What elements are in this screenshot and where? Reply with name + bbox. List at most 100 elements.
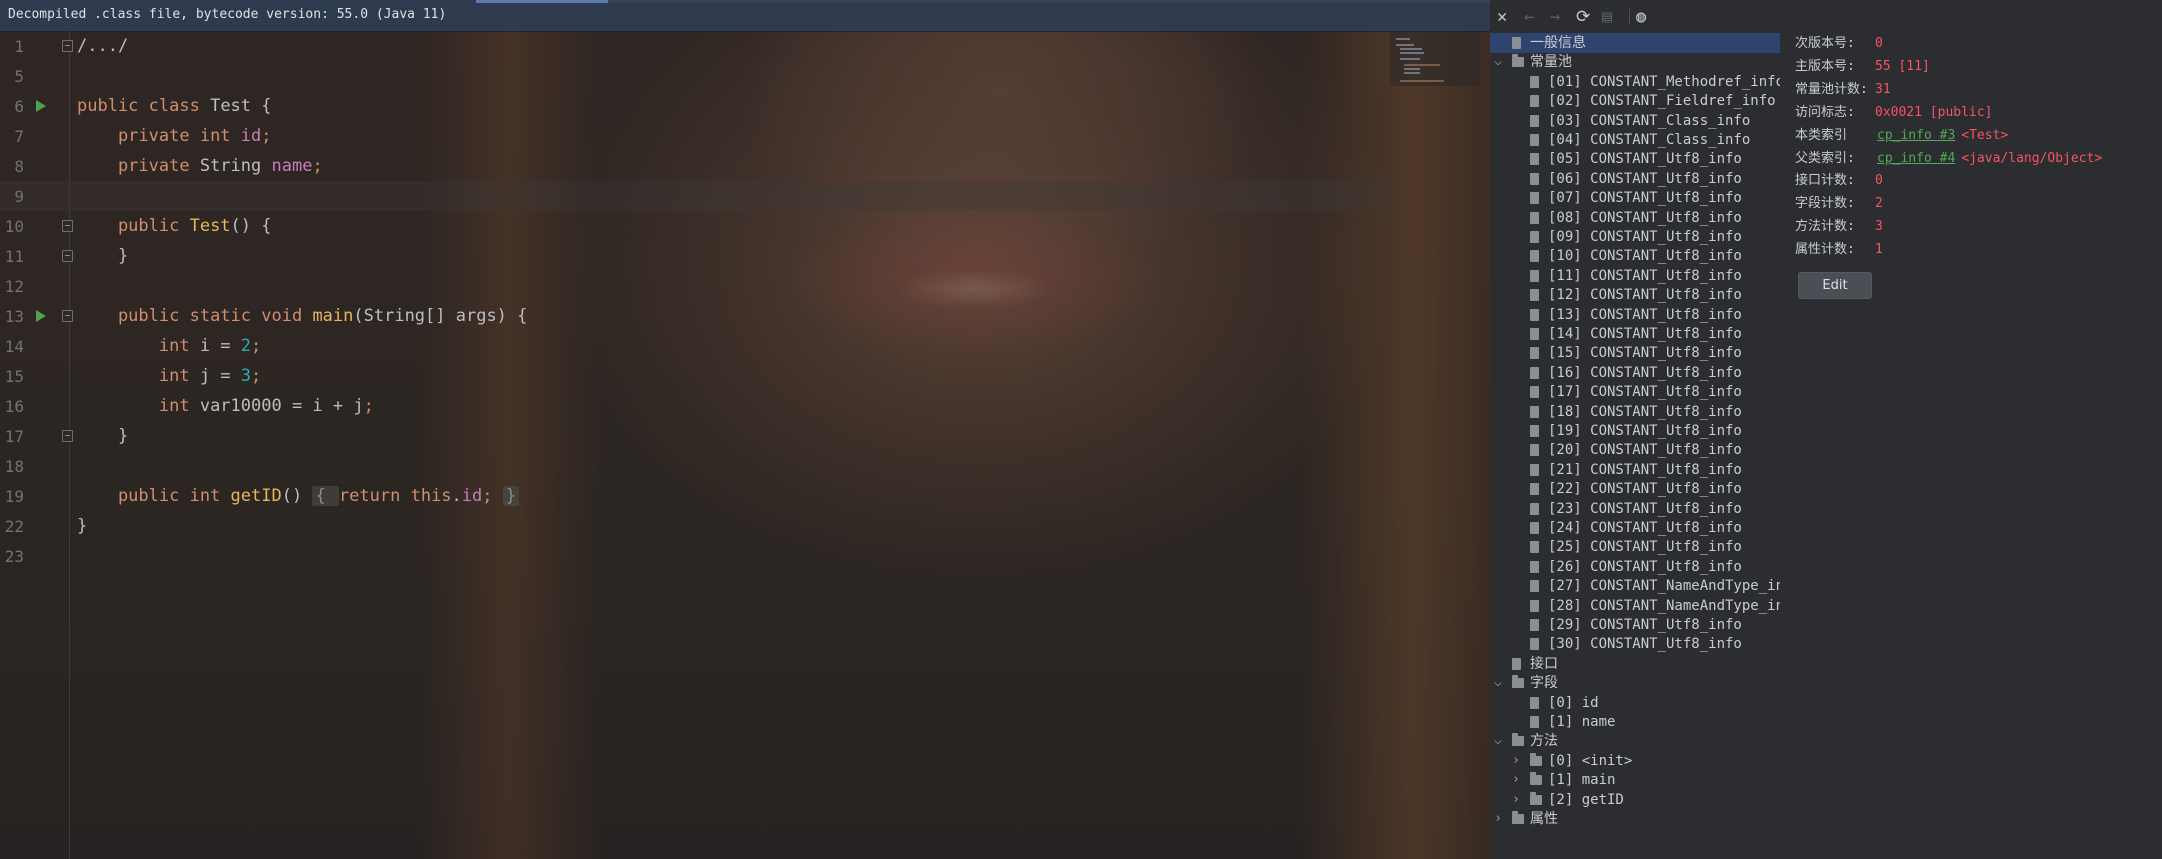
- tree-node[interactable]: [28] CONSTANT_NameAndType_inf: [1490, 596, 1780, 616]
- code-text: /.../: [77, 36, 128, 56]
- code-line[interactable]: 10 public Test() {: [0, 211, 1390, 241]
- code-line[interactable]: 5: [0, 61, 1390, 91]
- code-line[interactable]: 7 private int id;: [0, 121, 1390, 151]
- tree-node[interactable]: [15] CONSTANT_Utf8_info: [1490, 343, 1780, 363]
- fold-icon[interactable]: [62, 310, 73, 322]
- tree-node[interactable]: [27] CONSTANT_NameAndType_inf: [1490, 576, 1780, 596]
- tree-node[interactable]: [08] CONSTANT_Utf8_info: [1490, 208, 1780, 228]
- code-line[interactable]: 1 /.../: [0, 31, 1390, 61]
- tree-node[interactable]: [26] CONSTANT_Utf8_info: [1490, 557, 1780, 577]
- chevron-right-icon[interactable]: ›: [1510, 751, 1522, 771]
- chevron-right-icon[interactable]: ›: [1510, 770, 1522, 790]
- tree-node[interactable]: [18] CONSTANT_Utf8_info: [1490, 402, 1780, 422]
- code-line[interactable]: 19 public int getID() { return this.id; …: [0, 481, 1390, 511]
- tree-node[interactable]: 一般信息: [1490, 33, 1780, 53]
- tree-node[interactable]: [29] CONSTANT_Utf8_info: [1490, 615, 1780, 635]
- refresh-icon[interactable]: ⟳: [1576, 7, 1590, 27]
- tree-node-label: [14] CONSTANT_Utf8_info: [1548, 326, 1742, 342]
- fold-icon[interactable]: [62, 220, 73, 232]
- tree-node[interactable]: 接口: [1490, 654, 1780, 674]
- tree-node[interactable]: [23] CONSTANT_Utf8_info: [1490, 499, 1780, 519]
- code-token: (String[] args) {: [353, 306, 528, 326]
- code-line[interactable]: 13 public static void main(String[] args…: [0, 301, 1390, 331]
- tree-node[interactable]: [14] CONSTANT_Utf8_info: [1490, 324, 1780, 344]
- tree-node[interactable]: [06] CONSTANT_Utf8_info: [1490, 169, 1780, 189]
- back-arrow-icon[interactable]: ←: [1524, 7, 1534, 27]
- tree-node[interactable]: [09] CONSTANT_Utf8_info: [1490, 227, 1780, 247]
- tree-node[interactable]: › [2] getID: [1490, 790, 1780, 810]
- tree-node[interactable]: [03] CONSTANT_Class_info: [1490, 111, 1780, 131]
- tree-node[interactable]: [01] CONSTANT_Methodref_info: [1490, 72, 1780, 92]
- tree-node[interactable]: [10] CONSTANT_Utf8_info: [1490, 246, 1780, 266]
- code-line[interactable]: 8 private String name;: [0, 151, 1390, 181]
- tree-node[interactable]: [0] id: [1490, 693, 1780, 713]
- line-number: 23: [4, 547, 24, 566]
- chevron-down-icon[interactable]: ⌵: [1492, 731, 1504, 751]
- tree-node[interactable]: [02] CONSTANT_Fieldref_info: [1490, 91, 1780, 111]
- code-line[interactable]: 17 }: [0, 421, 1390, 451]
- close-icon[interactable]: ✕: [1497, 7, 1507, 27]
- tree-node[interactable]: [21] CONSTANT_Utf8_info: [1490, 460, 1780, 480]
- code-line[interactable]: 11 }: [0, 241, 1390, 271]
- tree-node[interactable]: › [0] <init>: [1490, 751, 1780, 771]
- file-icon: [1530, 76, 1539, 88]
- fold-icon[interactable]: [62, 430, 73, 442]
- fold-icon[interactable]: [62, 40, 73, 52]
- code-text: }: [77, 516, 87, 536]
- run-icon[interactable]: [36, 100, 46, 112]
- fold-icon[interactable]: [62, 250, 73, 262]
- code-line[interactable]: 23: [0, 541, 1390, 571]
- tree-node[interactable]: [13] CONSTANT_Utf8_info: [1490, 305, 1780, 325]
- save-icon[interactable]: ▤: [1602, 7, 1612, 27]
- forward-arrow-icon[interactable]: →: [1550, 7, 1560, 27]
- cp-info-link[interactable]: cp_info #3: [1877, 128, 1955, 143]
- code-editor[interactable]: Decompiled .class file, bytecode version…: [0, 0, 1490, 859]
- folded-code-marker[interactable]: }: [502, 486, 520, 506]
- tree-node[interactable]: [22] CONSTANT_Utf8_info: [1490, 479, 1780, 499]
- tree-node[interactable]: ⌵ 常量池: [1490, 52, 1780, 72]
- class-file-viewer-panel: ✕ ← → ⟳ ▤ ◍ 一般信息 ⌵ 常量池 [01] CONSTANT_Method…: [1490, 0, 2162, 859]
- tree-node-label: [23] CONSTANT_Utf8_info: [1548, 501, 1742, 517]
- code-token: ;: [251, 336, 262, 356]
- class-structure-tree[interactable]: 一般信息 ⌵ 常量池 [01] CONSTANT_Methodref_info [02]…: [1490, 33, 1780, 859]
- code-token: id: [240, 126, 262, 146]
- tree-node[interactable]: [05] CONSTANT_Utf8_info: [1490, 149, 1780, 169]
- tree-node-label: [22] CONSTANT_Utf8_info: [1548, 481, 1742, 497]
- code-line[interactable]: 18: [0, 451, 1390, 481]
- tree-node[interactable]: ⌵ 方法: [1490, 731, 1780, 751]
- code-line[interactable]: 6 public class Test {: [0, 91, 1390, 121]
- code-line[interactable]: 15 int j = 3;: [0, 361, 1390, 391]
- line-number: 6: [14, 97, 24, 116]
- chevron-right-icon[interactable]: ›: [1492, 809, 1504, 829]
- cp-info-link[interactable]: cp_info #4: [1877, 151, 1955, 166]
- run-icon[interactable]: [36, 310, 46, 322]
- tree-node[interactable]: › 属性: [1490, 809, 1780, 829]
- tree-node[interactable]: [19] CONSTANT_Utf8_info: [1490, 421, 1780, 441]
- chevron-down-icon[interactable]: ⌵: [1492, 52, 1504, 72]
- minimap[interactable]: [1390, 32, 1480, 86]
- code-line[interactable]: 9: [0, 181, 1390, 211]
- web-icon[interactable]: ◍: [1636, 7, 1646, 27]
- code-line[interactable]: 12: [0, 271, 1390, 301]
- tree-node[interactable]: [07] CONSTANT_Utf8_info: [1490, 188, 1780, 208]
- tree-node[interactable]: [24] CONSTANT_Utf8_info: [1490, 518, 1780, 538]
- tree-node[interactable]: [25] CONSTANT_Utf8_info: [1490, 537, 1780, 557]
- tree-node[interactable]: › [1] main: [1490, 770, 1780, 790]
- tree-node[interactable]: ⌵ 字段: [1490, 673, 1780, 693]
- tree-node[interactable]: [1] name: [1490, 712, 1780, 732]
- tree-node[interactable]: [12] CONSTANT_Utf8_info: [1490, 285, 1780, 305]
- tree-node[interactable]: [11] CONSTANT_Utf8_info: [1490, 266, 1780, 286]
- tree-node[interactable]: [16] CONSTANT_Utf8_info: [1490, 363, 1780, 383]
- code-text: }: [77, 246, 128, 266]
- tree-node[interactable]: [30] CONSTANT_Utf8_info: [1490, 634, 1780, 654]
- tree-node[interactable]: [20] CONSTANT_Utf8_info: [1490, 440, 1780, 460]
- code-line[interactable]: 22}: [0, 511, 1390, 541]
- chevron-right-icon[interactable]: ›: [1510, 790, 1522, 810]
- folded-code-marker[interactable]: {: [312, 486, 339, 506]
- code-line[interactable]: 16 int var10000 = i + j;: [0, 391, 1390, 421]
- tree-node[interactable]: [04] CONSTANT_Class_info: [1490, 130, 1780, 150]
- chevron-down-icon[interactable]: ⌵: [1492, 673, 1504, 693]
- code-line[interactable]: 14 int i = 2;: [0, 331, 1390, 361]
- tree-node[interactable]: [17] CONSTANT_Utf8_info: [1490, 382, 1780, 402]
- edit-button[interactable]: Edit: [1798, 272, 1872, 299]
